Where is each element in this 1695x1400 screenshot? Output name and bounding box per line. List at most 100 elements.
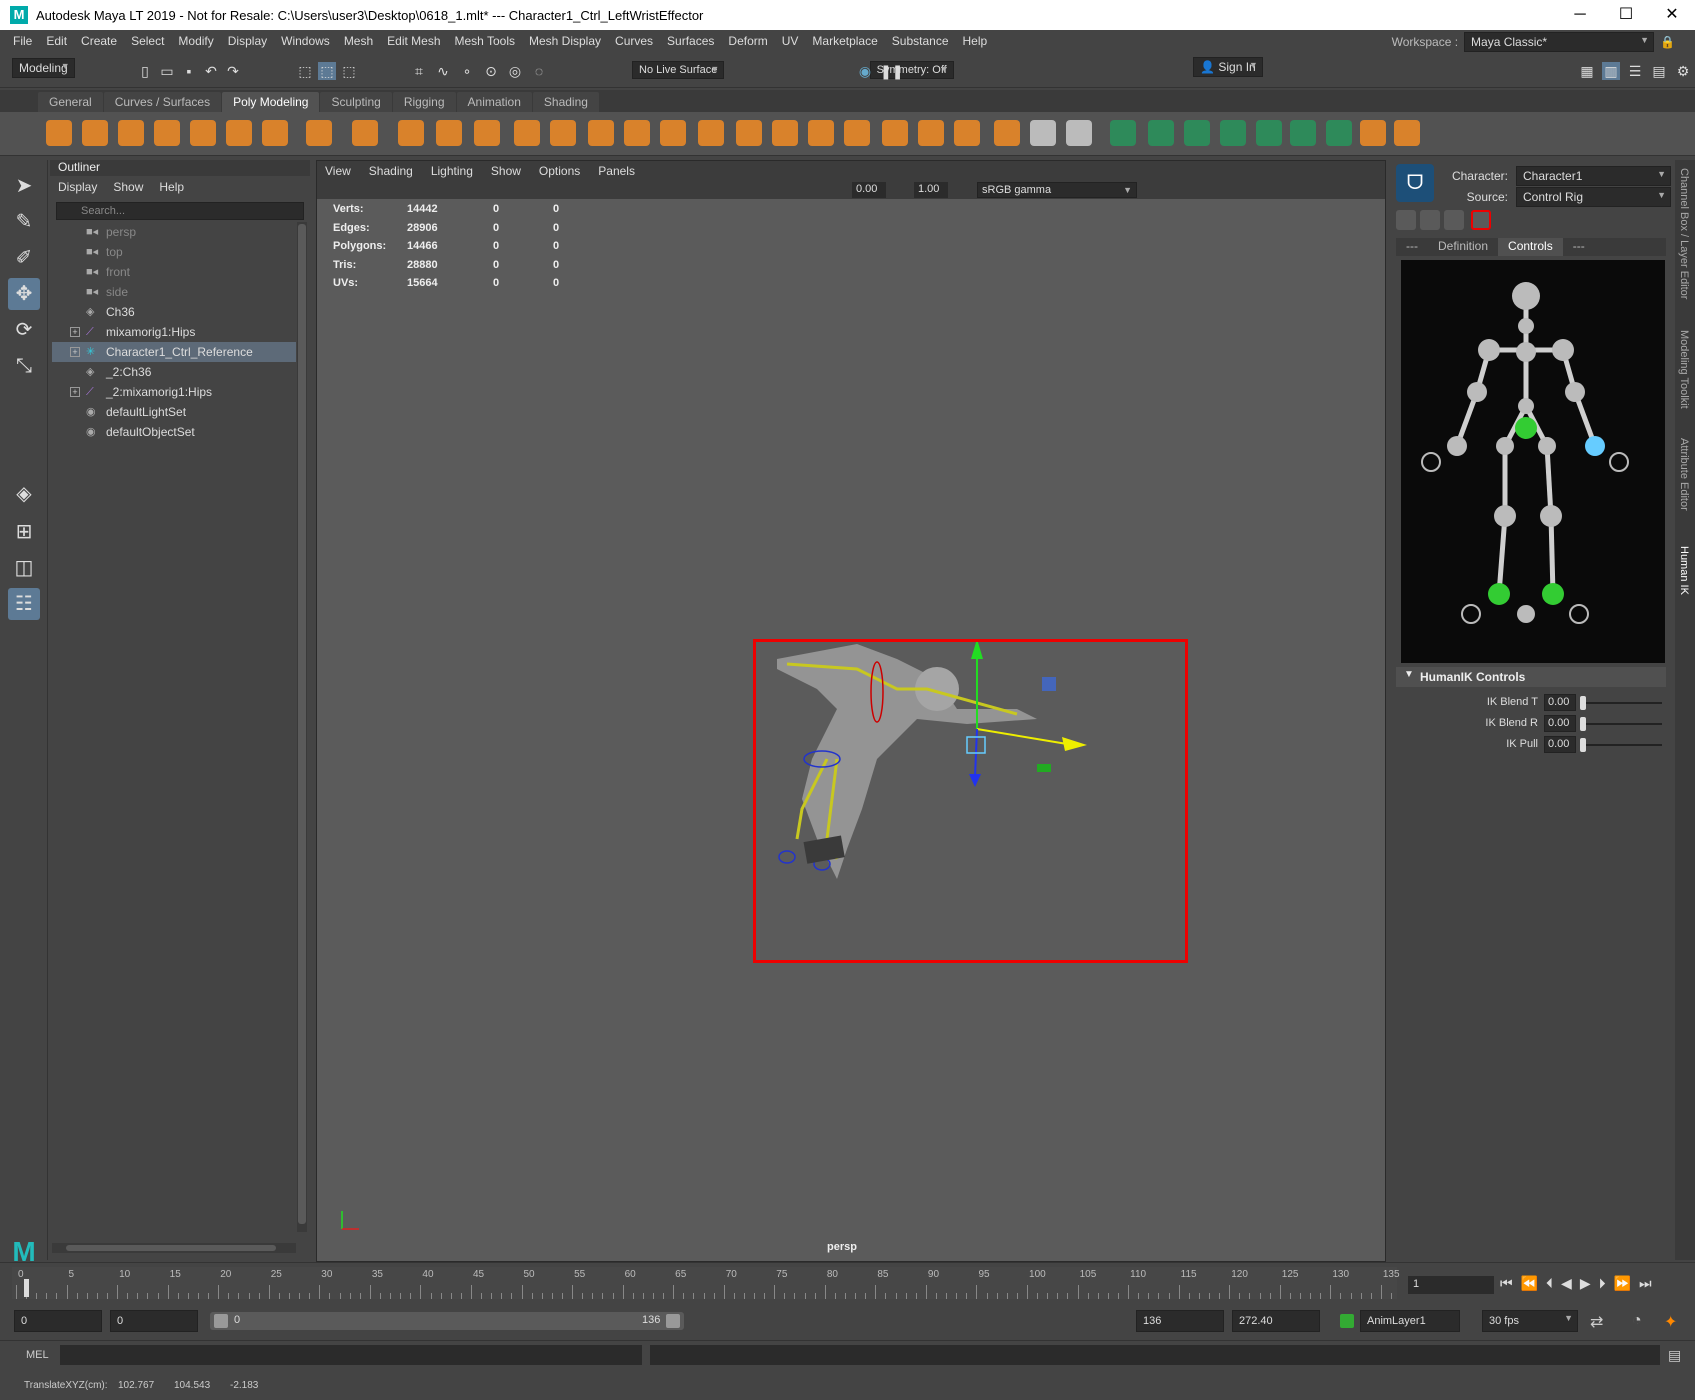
outliner-horizontal-scrollbar[interactable] [52, 1243, 296, 1253]
tab-dash-right[interactable]: --- [1563, 238, 1595, 256]
menu-mesh-display[interactable]: Mesh Display [522, 34, 608, 48]
expand-icon[interactable]: + [70, 347, 80, 357]
rotate-tool-icon[interactable]: ⟳ [8, 314, 40, 346]
create-control-rig-icon[interactable] [1471, 210, 1491, 230]
play-backwards-icon[interactable]: ◀ [1561, 1275, 1572, 1292]
workspace-dropdown[interactable]: Maya Classic* [1464, 32, 1655, 52]
outliner-item[interactable]: ■◂ front [52, 262, 296, 282]
tab-rigging[interactable]: Rigging [392, 92, 456, 112]
perspective-viewport[interactable]: Verts: 14442 0 0 Edges: 28906 0 0 Polygons: 14466… [317, 199, 1385, 1261]
shelf-tool-icon[interactable] [624, 120, 650, 146]
pin-none-icon[interactable] [1596, 210, 1616, 230]
lock-icon[interactable]: 🔒 [1660, 35, 1675, 49]
tab-human-ik[interactable]: Human IK [1678, 546, 1690, 595]
skeleton-effector[interactable] [1496, 437, 1514, 455]
script-editor-icon[interactable]: ▤ [1668, 1347, 1681, 1364]
shelf-tool-icon[interactable] [1066, 120, 1092, 146]
create-skeleton-icon[interactable] [1444, 210, 1464, 230]
minimize-button[interactable]: ─ [1557, 0, 1603, 30]
menu-edit-mesh[interactable]: Edit Mesh [380, 34, 447, 48]
snap-grid-icon[interactable]: ⌗ [410, 62, 428, 80]
menu-uv[interactable]: UV [775, 34, 806, 48]
shelf-tool-icon[interactable] [736, 120, 762, 146]
auto-key-icon[interactable]: ◔ [1632, 1312, 1642, 1330]
menu-modify[interactable]: Modify [171, 34, 220, 48]
skeleton-effector[interactable] [1518, 318, 1534, 334]
undo-icon[interactable]: ↶ [202, 62, 220, 80]
full-body-icon[interactable] [1496, 210, 1516, 230]
menu-help[interactable]: Help [956, 34, 995, 48]
step-forward-frame-icon[interactable]: ⏵ [1599, 1275, 1606, 1292]
animation-start-field[interactable]: 0 [14, 1310, 102, 1332]
menu-mesh-tools[interactable]: Mesh Tools [448, 34, 522, 48]
single-perspective-layout-icon[interactable]: ◈ [8, 478, 40, 510]
shelf-tool-icon[interactable] [436, 120, 462, 146]
outliner-item[interactable]: ◈ _2:Ch36 [52, 362, 296, 382]
expand-icon[interactable]: + [70, 327, 80, 337]
shelf-tool-icon[interactable] [352, 120, 378, 146]
toggle-modeling-toolkit-icon[interactable]: ▦ [1578, 62, 1596, 80]
play-forwards-icon[interactable]: ▶ [1580, 1275, 1591, 1292]
shelf-tool-icon[interactable] [1256, 120, 1282, 146]
viewport-menu-options[interactable]: Options [539, 164, 580, 178]
menu-create[interactable]: Create [74, 34, 124, 48]
release-pin-icon[interactable] [1622, 210, 1642, 230]
shelf-tool-icon[interactable] [918, 120, 944, 146]
paint-select-tool-icon[interactable]: ✐ [8, 242, 40, 274]
ik-blend-t-slider-handle[interactable] [1580, 696, 1586, 710]
close-button[interactable]: ✕ [1649, 0, 1695, 30]
viewport-menu-panels[interactable]: Panels [598, 164, 635, 178]
four-view-layout-icon[interactable]: ⊞ [8, 516, 40, 548]
outliner-item[interactable]: ◉ defaultLightSet [52, 402, 296, 422]
skeleton-effector[interactable] [1538, 437, 1556, 455]
select-object-icon[interactable]: ⬚ [318, 62, 336, 80]
ik-blend-r-field[interactable]: 0.00 [1544, 715, 1576, 732]
humanik-logo-icon[interactable]: ᗜ [1396, 164, 1434, 202]
redo-icon[interactable]: ↷ [224, 62, 242, 80]
shelf-tool-icon[interactable] [226, 120, 252, 146]
viewport-menu-show[interactable]: Show [491, 164, 521, 178]
outliner-layout-icon[interactable]: ☷ [8, 588, 40, 620]
shelf-tool-icon[interactable] [588, 120, 614, 146]
ik-pull-field[interactable]: 0.00 [1544, 736, 1576, 753]
shelf-tool-icon[interactable] [1394, 120, 1420, 146]
skeleton-effector[interactable] [1585, 436, 1605, 456]
outliner-item[interactable]: + ⟋ mixamorig1:Hips [52, 322, 296, 342]
toggle-attribute-editor-icon[interactable]: ▥ [1602, 62, 1620, 80]
menu-substance[interactable]: Substance [885, 34, 956, 48]
character-dropdown[interactable]: Character1 [1516, 166, 1671, 186]
shelf-tool-icon[interactable] [1290, 120, 1316, 146]
step-forward-key-icon[interactable]: ⏩ [1614, 1275, 1631, 1292]
menu-file[interactable]: File [6, 34, 39, 48]
step-back-frame-icon[interactable]: ⏴ [1546, 1275, 1553, 1292]
tab-general[interactable]: General [38, 92, 103, 112]
skeleton-effector[interactable] [1512, 282, 1540, 310]
command-input[interactable] [60, 1345, 642, 1365]
near-clip-field[interactable]: 0.00 [852, 182, 886, 198]
snap-live-icon[interactable]: ◌ [530, 62, 548, 80]
shelf-tool-icon[interactable] [1148, 120, 1174, 146]
animation-end-field[interactable]: 272.40 [1232, 1310, 1320, 1332]
skeleton-effector[interactable] [1517, 605, 1535, 623]
tab-poly-modeling[interactable]: Poly Modeling [222, 92, 320, 112]
go-to-end-icon[interactable]: ⏭ [1639, 1275, 1652, 1292]
tab-controls[interactable]: Controls [1498, 238, 1563, 256]
fps-dropdown[interactable]: 30 fps [1482, 1310, 1578, 1332]
range-start-handle[interactable] [214, 1314, 228, 1328]
menu-display[interactable]: Display [221, 34, 274, 48]
playback-start-field[interactable]: 0 [110, 1310, 198, 1332]
tab-shading[interactable]: Shading [532, 92, 599, 112]
save-scene-icon[interactable]: ▪ [180, 62, 198, 80]
outliner-item[interactable]: ◈ Ch36 [52, 302, 296, 322]
ik-blend-r-slider-handle[interactable] [1580, 717, 1586, 731]
time-ruler[interactable]: 0 5 10 15 20 25 30 35 40 45 50 55 60 65 70 75 80 85 90 95 10… [12, 1267, 1400, 1299]
skeleton-effector[interactable] [1467, 382, 1487, 402]
menu-windows[interactable]: Windows [274, 34, 337, 48]
snap-view-icon[interactable]: ⊙ [482, 62, 500, 80]
shelf-tool-icon[interactable] [808, 120, 834, 146]
menu-mesh[interactable]: Mesh [337, 34, 380, 48]
shelf-tool-icon[interactable] [118, 120, 144, 146]
open-scene-icon[interactable]: ▭ [158, 62, 176, 80]
skeleton-effector[interactable] [1447, 436, 1467, 456]
toggle-tool-settings-icon[interactable]: ☰ [1626, 62, 1644, 80]
